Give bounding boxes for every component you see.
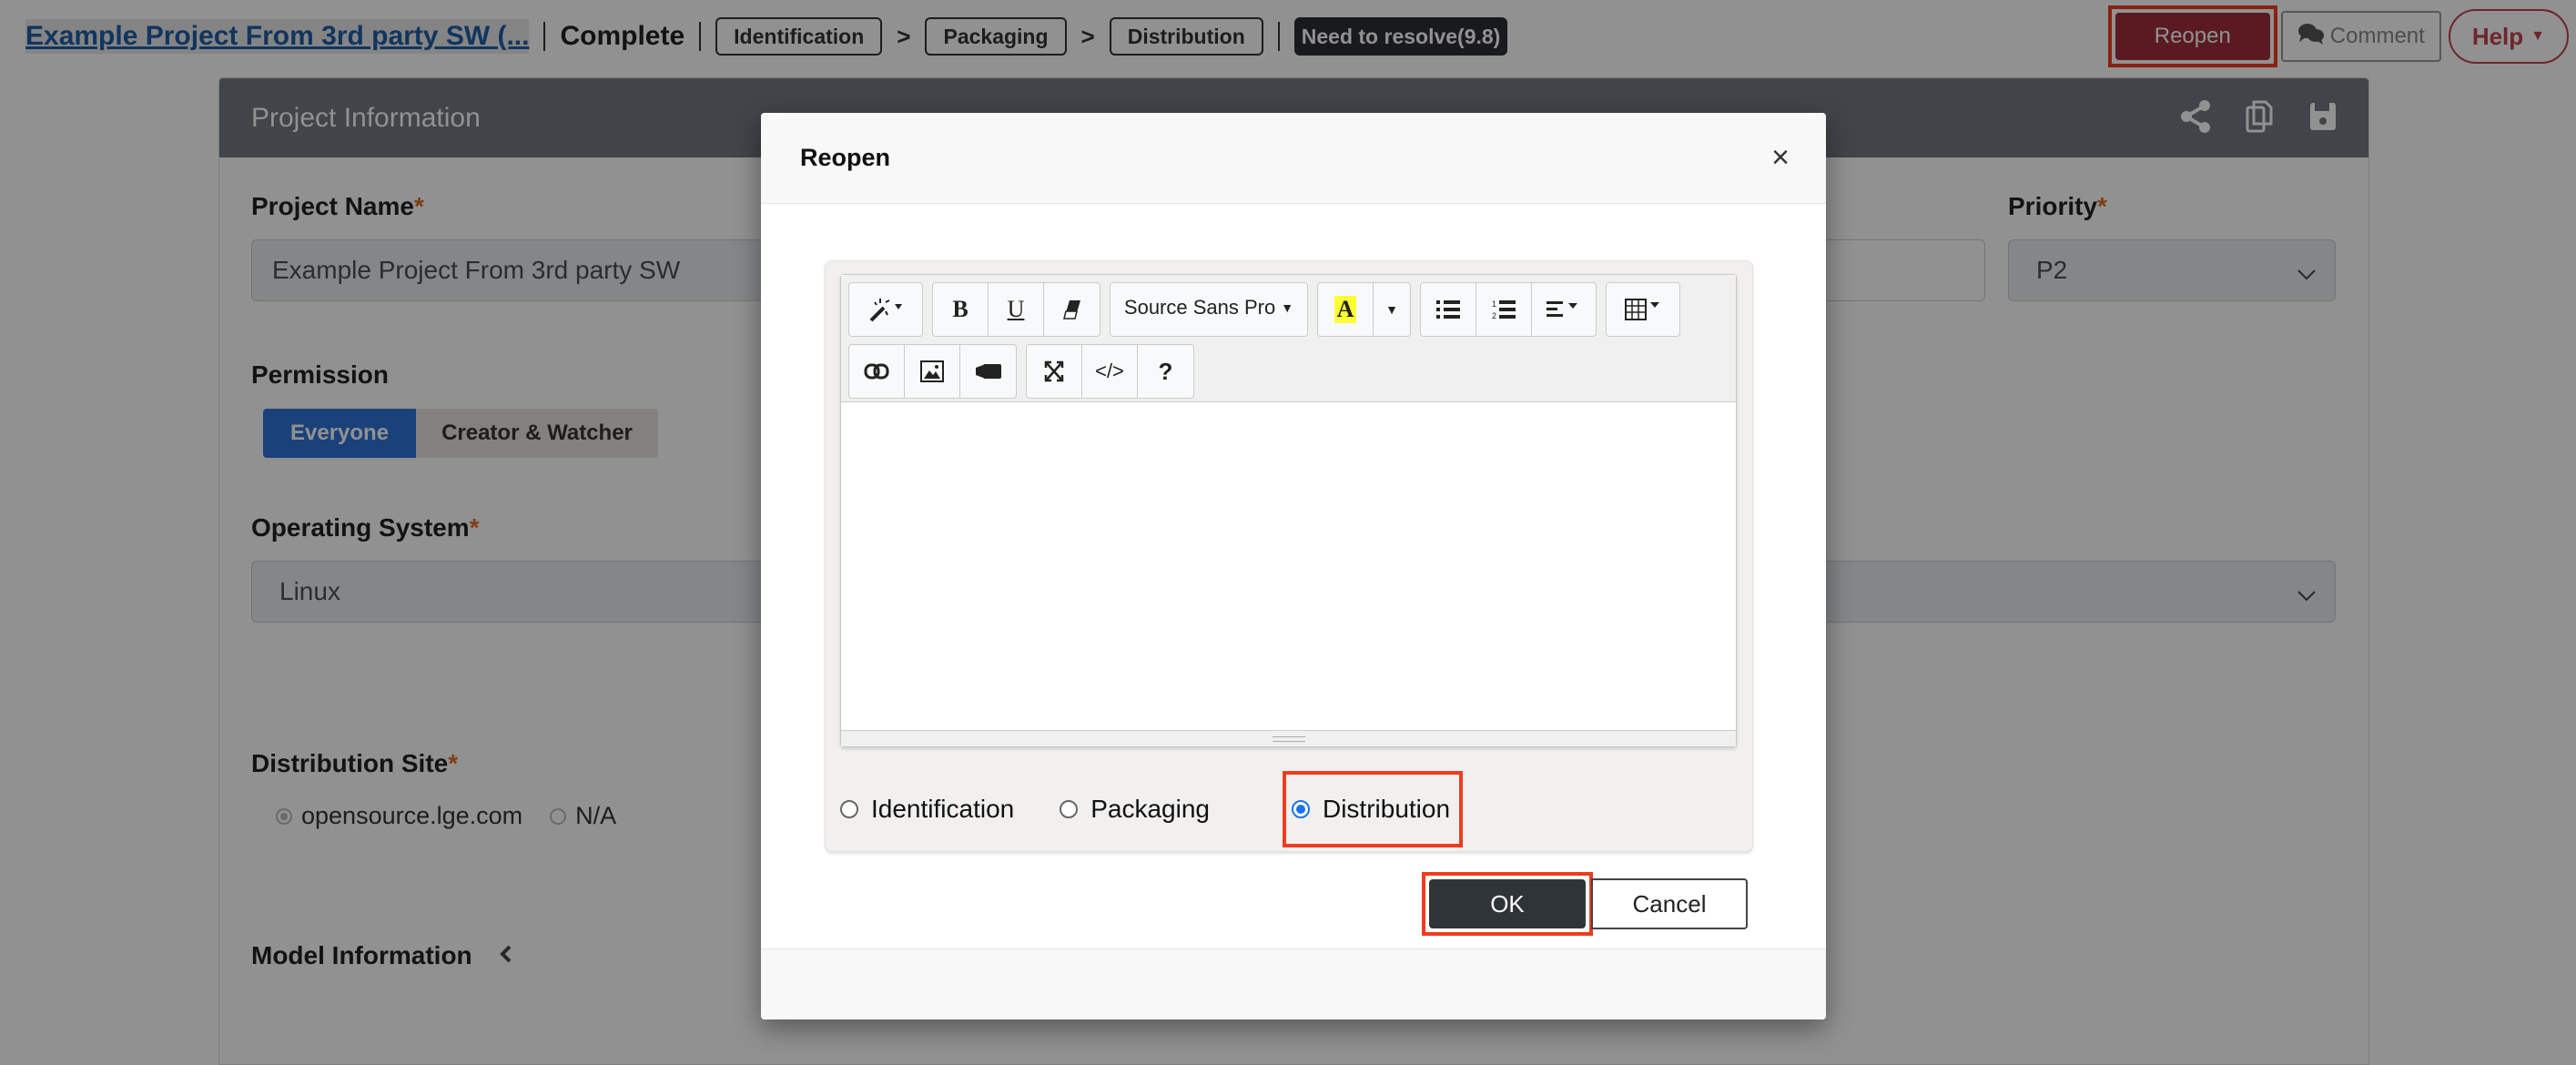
table-icon[interactable]: [1607, 283, 1679, 336]
bulleted-list-icon[interactable]: [1421, 283, 1476, 336]
font-family-dropdown[interactable]: Source Sans Pro ▼: [1111, 283, 1307, 332]
numbered-list-icon[interactable]: 12: [1476, 283, 1532, 336]
svg-text:1: 1: [1492, 299, 1496, 309]
modal-footer: [761, 948, 1826, 1019]
radio-packaging[interactable]: [1060, 800, 1079, 818]
caret-down-icon: ▼: [1281, 300, 1294, 315]
modal-header: Reopen ×: [761, 113, 1826, 204]
color-dropdown-caret-icon[interactable]: ▼: [1374, 283, 1410, 336]
video-icon[interactable]: [960, 345, 1016, 398]
radio-label: Packaging: [1090, 795, 1210, 823]
modal-title: Reopen: [800, 144, 891, 171]
radio-distribution[interactable]: [1291, 800, 1310, 818]
fullscreen-icon[interactable]: [1027, 345, 1082, 398]
rich-text-editor: B U Source Sans Pro ▼ A ▼ 1 2 </> ?: [840, 274, 1737, 747]
bold-icon[interactable]: B: [933, 283, 989, 336]
grip-icon: [1272, 735, 1305, 742]
align-dropdown-icon[interactable]: [1532, 283, 1596, 336]
svg-text:2: 2: [1492, 311, 1496, 320]
image-icon[interactable]: [905, 345, 960, 398]
highlight-color-icon[interactable]: A: [1318, 283, 1374, 336]
stage-option-distribution[interactable]: Distribution: [1291, 795, 1451, 824]
font-name: Source Sans Pro: [1123, 296, 1276, 319]
ok-button[interactable]: OK: [1429, 879, 1586, 928]
eraser-icon[interactable]: [1044, 283, 1100, 336]
stage-option-packaging[interactable]: Packaging: [1060, 795, 1210, 824]
radio-label: Identification: [871, 795, 1015, 823]
radio-label: Distribution: [1322, 795, 1451, 823]
distribution-highlight: Distribution: [1282, 771, 1464, 847]
radio-identification[interactable]: [840, 800, 858, 818]
reopen-stage-options: Identification Packaging Distribution: [840, 771, 1464, 847]
editor-content-area[interactable]: [841, 402, 1736, 730]
code-view-icon[interactable]: </>: [1082, 345, 1138, 398]
stage-option-identification[interactable]: Identification: [840, 795, 1014, 824]
close-icon[interactable]: ×: [1771, 140, 1790, 176]
editor-toolbar: B U Source Sans Pro ▼ A ▼ 1 2 </> ?: [841, 275, 1736, 402]
reopen-modal: Reopen × B U Source Sans Pro ▼ A ▼ 1 2 <…: [761, 113, 1826, 1019]
modal-actions: OK Cancel: [1422, 872, 1748, 936]
cancel-button[interactable]: Cancel: [1591, 878, 1748, 929]
ok-highlight: OK: [1422, 872, 1593, 936]
link-icon[interactable]: [849, 345, 905, 398]
page: Example Project From 3rd party SW (... C…: [0, 0, 2576, 1065]
highlight-glyph: A: [1334, 296, 1357, 323]
modal-form-well: B U Source Sans Pro ▼ A ▼ 1 2 </> ? Iden…: [825, 260, 1753, 852]
editor-resize-handle[interactable]: [841, 730, 1736, 746]
underline-icon[interactable]: U: [989, 283, 1044, 336]
magic-wand-style-icon[interactable]: [849, 283, 922, 336]
help-icon[interactable]: ?: [1138, 345, 1193, 398]
